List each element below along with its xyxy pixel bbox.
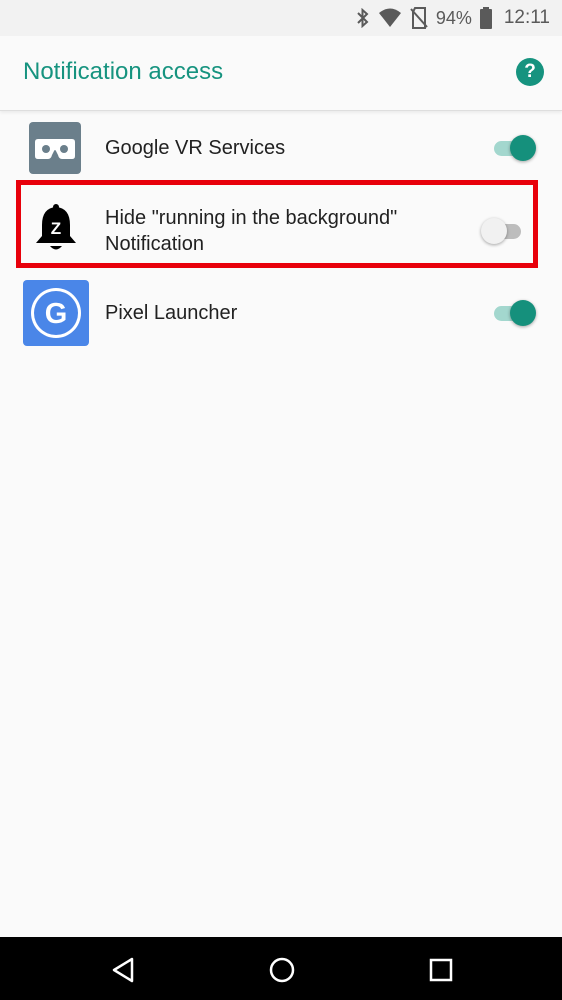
clock: 12:11	[503, 7, 550, 28]
back-icon[interactable]	[108, 955, 138, 985]
google-vr-services-toggle[interactable]	[492, 133, 536, 163]
vr-headset-icon	[29, 122, 81, 174]
recents-icon[interactable]	[426, 955, 456, 985]
google-g-icon: G	[23, 280, 89, 346]
app-name: Google VR Services	[105, 137, 286, 159]
page-title: Notification access	[23, 58, 224, 85]
wifi-icon	[378, 8, 402, 28]
list-item-google-vr-services[interactable]: Google VR Services	[0, 118, 562, 178]
svg-text:G: G	[45, 298, 68, 330]
list-item-pixel-launcher[interactable]: G Pixel Launcher	[0, 280, 562, 346]
help-icon[interactable]: ?	[516, 58, 544, 86]
toggle-thumb	[510, 135, 536, 161]
highlight-box	[16, 180, 538, 268]
status-bar: 94% 12:11	[0, 0, 562, 36]
bluetooth-icon	[356, 8, 370, 28]
no-sim-icon	[410, 7, 428, 29]
app-name: Pixel Launcher	[105, 302, 238, 324]
battery-percent: 94%	[435, 7, 472, 28]
toggle-thumb	[510, 300, 536, 326]
home-icon[interactable]	[267, 955, 297, 985]
battery-icon	[479, 7, 492, 29]
pixel-launcher-toggle[interactable]	[492, 298, 536, 328]
app-bar: Notification access ?	[0, 36, 562, 111]
navigation-bar	[0, 937, 562, 1000]
